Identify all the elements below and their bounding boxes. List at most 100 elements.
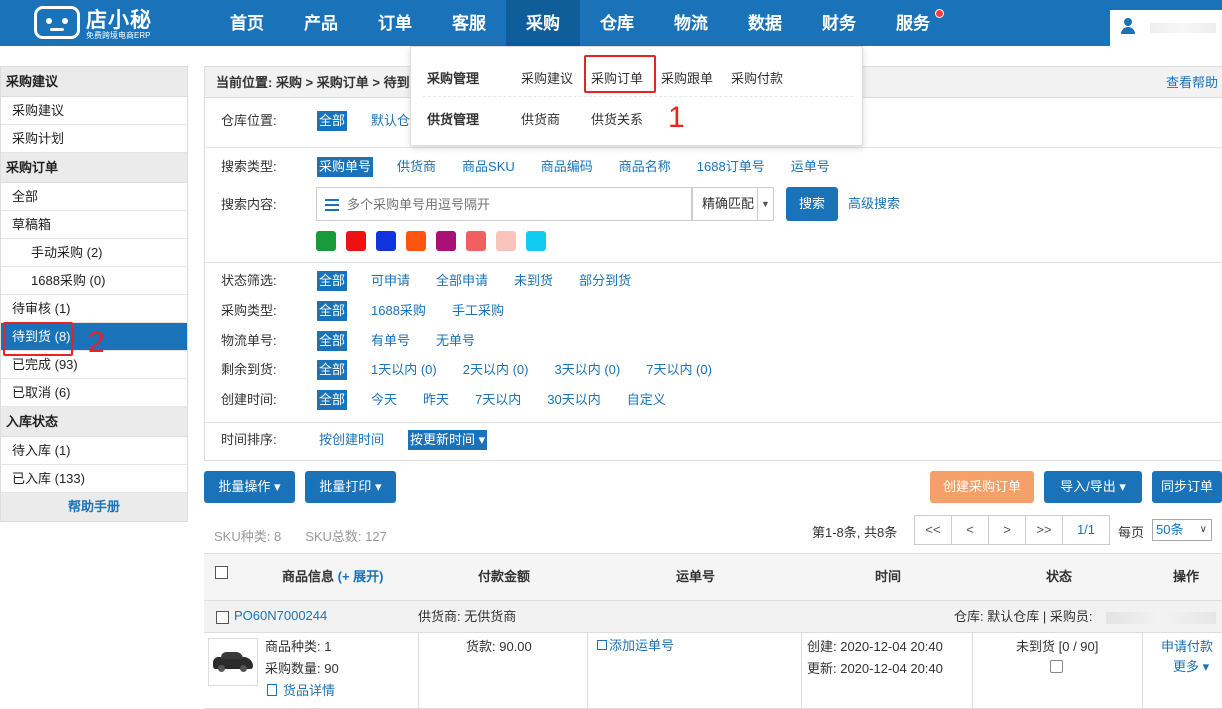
status-opt-all[interactable]: 全部 — [317, 271, 348, 291]
search-type-tracking[interactable]: 运单号 — [789, 157, 832, 177]
search-type-supplier[interactable]: 供货商 — [395, 157, 438, 177]
created-label: 创建时间: — [221, 392, 277, 407]
search-type-code[interactable]: 商品编码 — [539, 157, 595, 177]
advanced-search-link[interactable]: 高级搜索 — [848, 187, 900, 221]
remain-opt-all[interactable]: 全部 — [317, 360, 348, 380]
status-opt-all-applied[interactable]: 全部申请 — [434, 271, 490, 291]
view-help-link[interactable]: 查看帮助 — [1166, 67, 1218, 98]
sidebar-item-plan[interactable]: 采购计划 — [1, 125, 187, 153]
nav-finance[interactable]: 财务 — [802, 0, 876, 46]
color-tag-red[interactable] — [346, 231, 366, 251]
nav-services[interactable]: 服务 — [876, 0, 950, 46]
status-detail-icon[interactable] — [1050, 660, 1063, 673]
ptype-opt-manual[interactable]: 手工采购 — [450, 301, 506, 321]
sku-total: SKU总数: 127 — [305, 529, 387, 544]
nav-warehouse[interactable]: 仓库 — [580, 0, 654, 46]
created-opt-30d[interactable]: 30天以内 — [545, 390, 602, 410]
create-purchase-order-button[interactable]: 创建采购订单 — [930, 471, 1034, 503]
product-thumbnail[interactable] — [208, 638, 258, 686]
color-tag-purple[interactable] — [436, 231, 456, 251]
nav-products[interactable]: 产品 — [284, 0, 358, 46]
dd-link-supply-relations[interactable]: 供货关系 — [591, 109, 643, 128]
import-export-button[interactable]: 导入/导出 ▾ — [1044, 471, 1142, 503]
page-last-button[interactable]: >> — [1025, 515, 1063, 545]
add-tracking-link[interactable]: 添加运单号 — [597, 636, 674, 656]
sidebar-item-cancelled[interactable]: 已取消 (6) — [1, 379, 187, 407]
sync-orders-button[interactable]: 同步订单 — [1152, 471, 1222, 503]
sidebar-item-1688[interactable]: 1688采购 (0) — [1, 267, 187, 295]
sidebar-item-pending-review[interactable]: 待审核 (1) — [1, 295, 187, 323]
match-mode-select[interactable]: 精确匹配 ▼ — [692, 187, 774, 221]
created-opt-7d[interactable]: 7天以内 — [473, 390, 523, 410]
sidebar-item-to-stockin[interactable]: 待入库 (1) — [1, 437, 187, 465]
color-tag-green[interactable] — [316, 231, 336, 251]
search-button[interactable]: 搜索 — [786, 187, 838, 221]
page-prev-button[interactable]: < — [951, 515, 989, 545]
color-tag-orange[interactable] — [406, 231, 426, 251]
created-opt-all[interactable]: 全部 — [317, 390, 348, 410]
document-icon — [267, 684, 277, 696]
search-type-po[interactable]: 采购单号 — [317, 157, 374, 177]
batch-print-button[interactable]: 批量打印 ▾ — [305, 471, 396, 503]
nav-data[interactable]: 数据 — [728, 0, 802, 46]
tracking-opt-all[interactable]: 全部 — [317, 331, 348, 351]
edit-icon — [597, 640, 607, 650]
page-current[interactable]: 1/1 — [1062, 515, 1110, 545]
nav-purchase[interactable]: 采购 — [506, 0, 580, 46]
page-next-button[interactable]: > — [988, 515, 1026, 545]
search-input[interactable] — [347, 188, 687, 220]
select-all-checkbox[interactable] — [215, 566, 228, 579]
created-opt-yesterday[interactable]: 昨天 — [421, 390, 451, 410]
divider — [205, 147, 1222, 148]
more-actions-link[interactable]: 更多 ▾ — [1173, 657, 1209, 677]
nav-orders[interactable]: 订单 — [358, 0, 432, 46]
sidebar-item-stocked-in[interactable]: 已入库 (133) — [1, 465, 187, 493]
remain-opt-3d[interactable]: 3天以内 (0) — [552, 360, 622, 380]
search-type-name[interactable]: 商品名称 — [617, 157, 673, 177]
status-opt-partial[interactable]: 部分到货 — [577, 271, 633, 291]
per-page-select[interactable]: 50条 ∨ — [1152, 519, 1212, 541]
tracking-opt-has[interactable]: 有单号 — [369, 331, 412, 351]
tracking-opt-none[interactable]: 无单号 — [434, 331, 477, 351]
warehouse-opt-all[interactable]: 全部 — [317, 111, 348, 131]
batch-operations-button[interactable]: 批量操作 ▾ — [204, 471, 295, 503]
color-tag-pink[interactable] — [496, 231, 516, 251]
nav-home[interactable]: 首页 — [210, 0, 284, 46]
nav-logistics[interactable]: 物流 — [654, 0, 728, 46]
color-tag-cyan[interactable] — [526, 231, 546, 251]
dd-link-tracking[interactable]: 采购跟单 — [661, 68, 713, 87]
col-divider — [418, 633, 419, 709]
color-tag-blue[interactable] — [376, 231, 396, 251]
ptype-opt-1688[interactable]: 1688采购 — [369, 301, 428, 321]
user-menu[interactable] — [1110, 10, 1222, 46]
po-number-link[interactable]: PO60N7000244 — [234, 606, 327, 626]
sort-by-created[interactable]: 按创建时间 — [317, 430, 386, 450]
dd-link-payments[interactable]: 采购付款 — [731, 68, 783, 87]
status-opt-not-arrived[interactable]: 未到货 — [512, 271, 555, 291]
sort-by-updated[interactable]: 按更新时间 ▾ — [408, 430, 488, 450]
dd-link-suppliers[interactable]: 供货商 — [521, 109, 560, 128]
nav-customer-service[interactable]: 客服 — [432, 0, 506, 46]
apply-payment-link[interactable]: 申请付款 — [1161, 637, 1213, 657]
remain-opt-7d[interactable]: 7天以内 (0) — [644, 360, 714, 380]
goods-details-link[interactable]: 货品详情 — [267, 681, 335, 701]
status-opt-applicable[interactable]: 可申请 — [369, 271, 412, 291]
dd-link-suggestions[interactable]: 采购建议 — [521, 68, 573, 87]
sidebar-item-all[interactable]: 全部 — [1, 183, 187, 211]
remain-opt-1d[interactable]: 1天以内 (0) — [369, 360, 439, 380]
created-opt-custom[interactable]: 自定义 — [625, 390, 668, 410]
sidebar-item-suggestions[interactable]: 采购建议 — [1, 97, 187, 125]
remain-opt-2d[interactable]: 2天以内 (0) — [461, 360, 531, 380]
created-opt-today[interactable]: 今天 — [369, 390, 399, 410]
sidebar-item-manual[interactable]: 手动采购 (2) — [1, 239, 187, 267]
search-type-1688[interactable]: 1688订单号 — [695, 157, 767, 177]
brand-logo[interactable]: 店小秘 免费跨境电商ERP — [32, 4, 162, 42]
search-type-sku[interactable]: 商品SKU — [460, 157, 517, 177]
ptype-opt-all[interactable]: 全部 — [317, 301, 348, 321]
sidebar-item-drafts[interactable]: 草稿箱 — [1, 211, 187, 239]
page-first-button[interactable]: << — [914, 515, 952, 545]
order-checkbox[interactable] — [216, 611, 229, 624]
color-tag-salmon[interactable] — [466, 231, 486, 251]
expand-toggle[interactable]: (+ 展开) — [338, 569, 384, 584]
help-manual-link[interactable]: 帮助手册 — [1, 493, 187, 521]
